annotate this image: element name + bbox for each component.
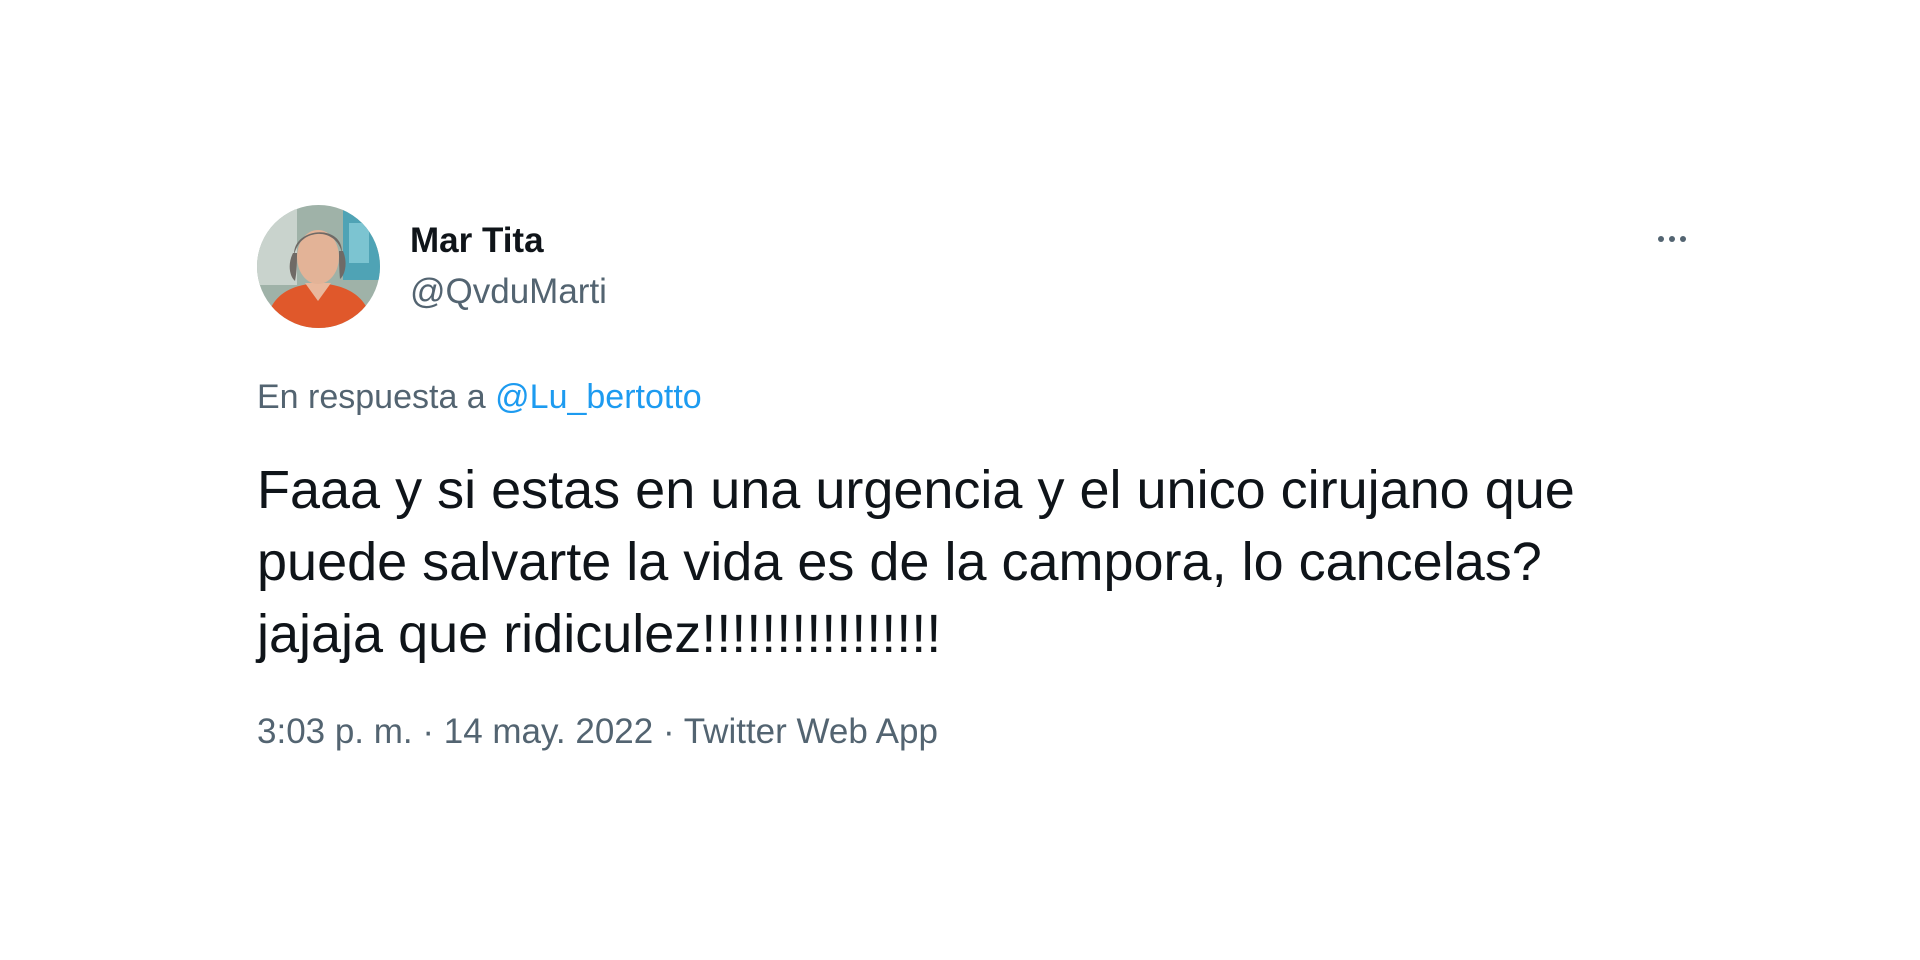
tweet-time[interactable]: 3:03 p. m.	[257, 712, 413, 751]
reply-context: En respuesta a @Lu_bertotto	[257, 376, 702, 418]
author-handle[interactable]: @QvduMarti	[410, 271, 607, 313]
avatar[interactable]	[257, 205, 380, 328]
meta-separator: ·	[653, 712, 684, 751]
reply-prefix: En respuesta a	[257, 378, 496, 416]
more-horizontal-icon	[1656, 229, 1689, 247]
tweet-metadata: 3:03 p. m. · 14 may. 2022 · Twitter Web …	[257, 711, 938, 753]
avatar-photo	[257, 205, 380, 328]
tweet-text: Faaa y si estas en una urgencia y el uni…	[257, 460, 1575, 664]
tweet-date[interactable]: 14 may. 2022	[444, 712, 654, 751]
author-display-name[interactable]: Mar Tita	[410, 220, 544, 262]
reply-mention-link[interactable]: @Lu_bertotto	[495, 378, 702, 416]
meta-separator: ·	[412, 712, 444, 751]
tweet-source[interactable]: Twitter Web App	[684, 712, 938, 751]
more-options-button[interactable]	[1644, 220, 1700, 256]
tweet-card: Mar Tita @QvduMarti En respuesta a @Lu_b…	[0, 0, 1920, 960]
